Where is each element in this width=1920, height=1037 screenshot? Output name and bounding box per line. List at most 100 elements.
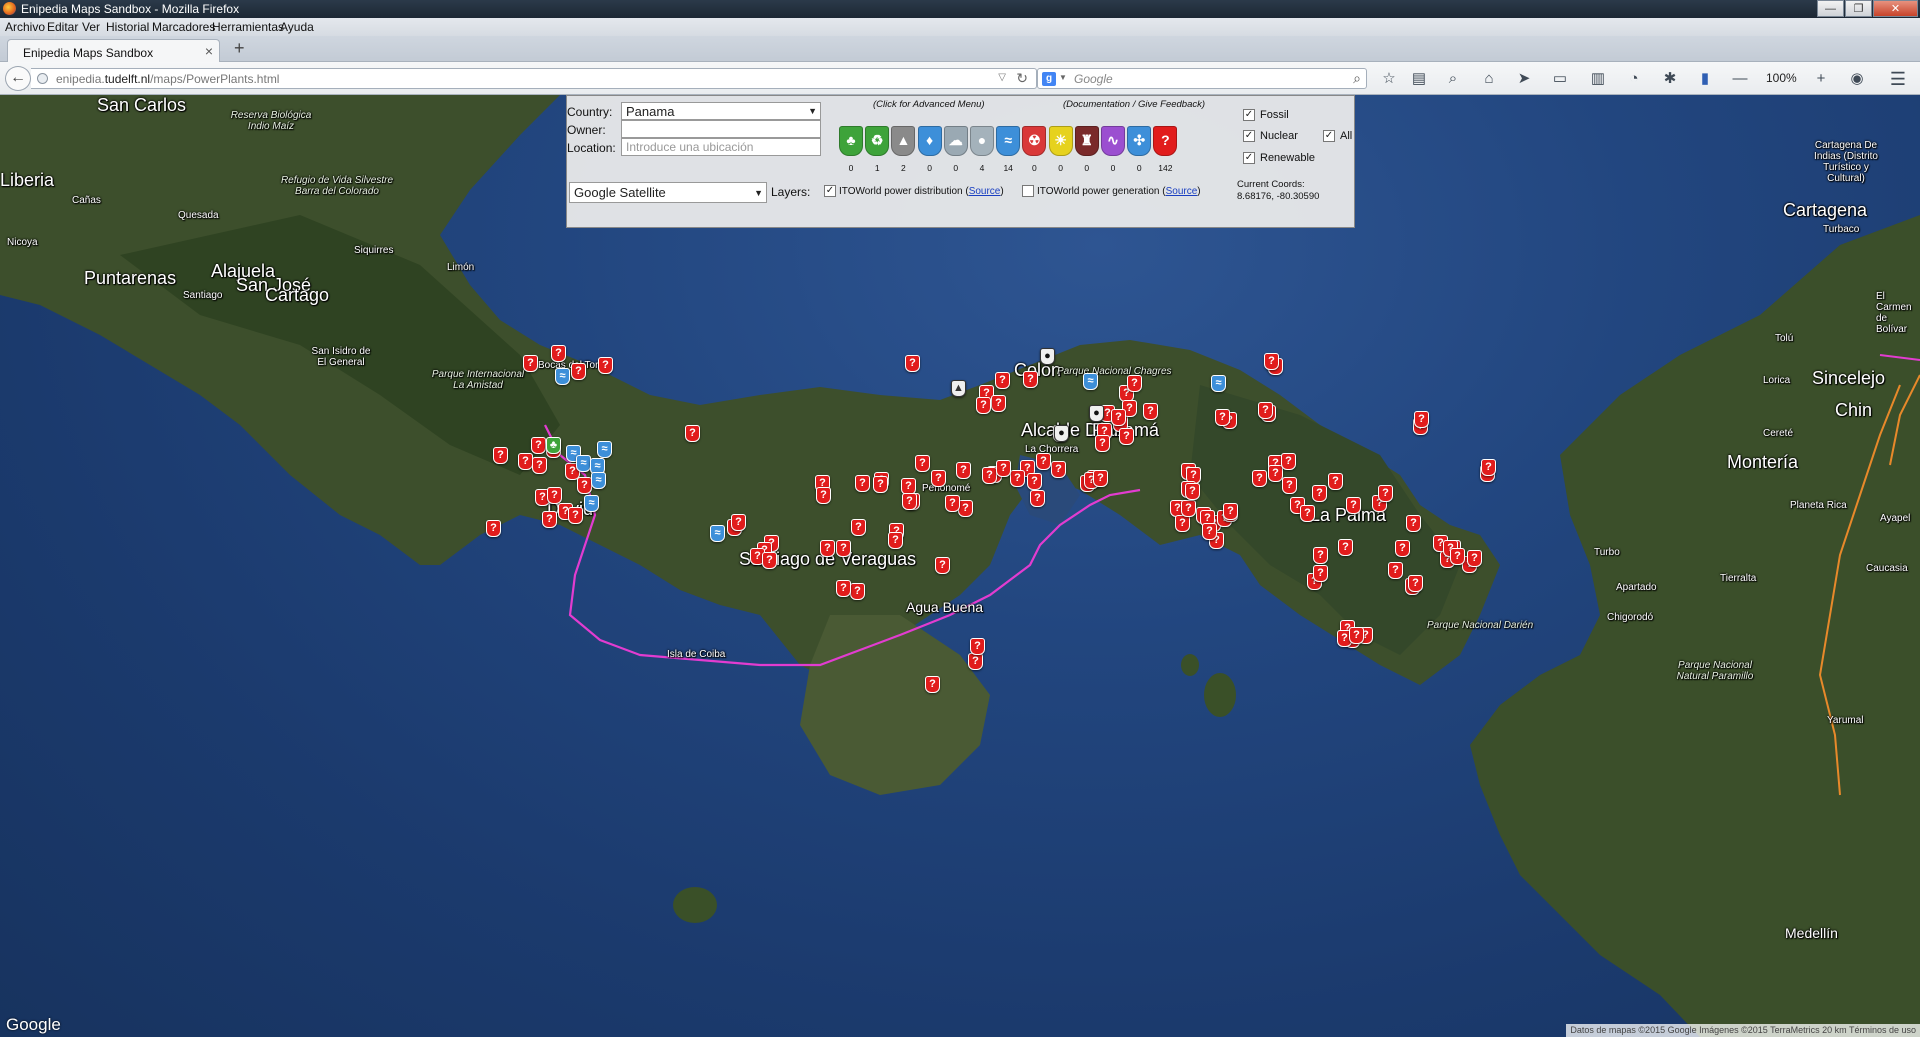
powerplant-marker-unknown[interactable]: ? xyxy=(995,372,1010,389)
library-icon[interactable]: ▮ xyxy=(1695,69,1715,89)
powerplant-marker-unknown[interactable]: ? xyxy=(1175,515,1190,532)
reload-icon[interactable]: ↻ xyxy=(1016,70,1028,87)
powerplant-marker-unknown[interactable]: ? xyxy=(925,676,940,693)
fuel-solar-icon[interactable]: ☀ xyxy=(1048,126,1073,156)
powerplant-marker-unknown[interactable]: ? xyxy=(1095,435,1110,452)
site-identity-icon[interactable] xyxy=(37,73,48,84)
history-icon[interactable]: ◔ xyxy=(1624,69,1644,89)
powerplant-marker-unknown[interactable]: ? xyxy=(1408,575,1423,592)
all-checkbox[interactable]: ✓ xyxy=(1323,130,1335,142)
close-window-button[interactable]: ✕ xyxy=(1873,0,1918,17)
powerplant-marker-unknown[interactable]: ? xyxy=(1346,497,1361,514)
powerplant-marker-unknown[interactable]: ? xyxy=(1264,353,1279,370)
powerplant-marker-unknown[interactable]: ? xyxy=(945,495,960,512)
powerplant-marker-unknown[interactable]: ? xyxy=(1202,523,1217,540)
layer-generation-checkbox[interactable] xyxy=(1022,185,1034,197)
bookmark-star-icon[interactable]: ☆ xyxy=(1379,69,1399,89)
powerplant-marker-unknown[interactable]: ? xyxy=(905,355,920,372)
fossil-checkbox[interactable]: ✓ xyxy=(1243,109,1255,121)
powerplant-marker-unknown[interactable]: ? xyxy=(976,397,991,414)
fuel-wind-icon[interactable]: ✣ xyxy=(1127,126,1152,156)
powerplant-marker-unknown[interactable]: ? xyxy=(1252,470,1267,487)
menu-historial[interactable]: Historial xyxy=(106,20,149,34)
powerplant-marker-unknown[interactable]: ? xyxy=(577,477,592,494)
fuel-coal-icon[interactable]: ▲ xyxy=(891,126,916,156)
menu-ver[interactable]: Ver xyxy=(82,20,100,34)
zoom-in-icon[interactable]: + xyxy=(1811,69,1831,89)
powerplant-marker-unknown[interactable]: ? xyxy=(931,470,946,487)
powerplant-marker-unknown[interactable]: ? xyxy=(493,447,508,464)
source-link[interactable]: Source xyxy=(969,186,1001,197)
menu-ayuda[interactable]: Ayuda xyxy=(280,20,314,34)
powerplant-marker-unknown[interactable]: ? xyxy=(836,540,851,557)
powerplant-marker-unknown[interactable]: ? xyxy=(935,557,950,574)
search-go-icon[interactable]: ⌕ xyxy=(1353,70,1361,87)
powerplant-marker-unknown[interactable]: ? xyxy=(1111,409,1126,426)
map-attribution[interactable]: Datos de mapas ©2015 Google Imágenes ©20… xyxy=(1566,1024,1920,1037)
powerplant-marker-unknown[interactable]: ? xyxy=(1036,453,1051,470)
powerplant-marker-unknown[interactable]: ? xyxy=(1215,409,1230,426)
powerplant-marker-unknown[interactable]: ? xyxy=(532,457,547,474)
powerplant-marker-unknown[interactable]: ? xyxy=(1312,485,1327,502)
search-tool-icon[interactable]: ⌕ xyxy=(1443,69,1463,89)
powerplant-marker-unknown[interactable]: ? xyxy=(1185,483,1200,500)
tab-close-icon[interactable]: × xyxy=(205,43,213,59)
powerplant-marker-unknown[interactable]: ? xyxy=(850,583,865,600)
layer-distribution-checkbox[interactable]: ✓ xyxy=(824,185,836,197)
owner-input[interactable] xyxy=(621,120,821,138)
powerplant-marker-unknown[interactable]: ? xyxy=(731,514,746,531)
powerplant-marker-unknown[interactable]: ? xyxy=(888,532,903,549)
powerplant-marker-unknown[interactable]: ? xyxy=(1313,565,1328,582)
powerplant-marker-unknown[interactable]: ? xyxy=(855,475,870,492)
powerplant-marker-coal[interactable]: ▲ xyxy=(951,380,966,397)
powerplant-marker-unknown[interactable]: ? xyxy=(1127,375,1142,392)
powerplant-marker-unknown[interactable]: ? xyxy=(531,437,546,454)
powerplant-marker-unknown[interactable]: ? xyxy=(1223,503,1238,520)
fuel-unknown-icon[interactable]: ? xyxy=(1153,126,1178,156)
renewable-checkbox[interactable]: ✓ xyxy=(1243,152,1255,164)
powerplant-marker-unknown[interactable]: ? xyxy=(1282,477,1297,494)
fuel-geothermal-icon[interactable]: ☁ xyxy=(943,126,968,156)
powerplant-marker-unknown[interactable]: ? xyxy=(486,520,501,537)
powerplant-marker-unknown[interactable]: ? xyxy=(523,355,538,372)
menu-editar[interactable]: Editar xyxy=(47,20,78,34)
fuel-gas-icon[interactable]: ♦ xyxy=(917,126,942,156)
powerplant-marker-biomass[interactable]: ♣ xyxy=(546,437,561,454)
powerplant-marker-unknown[interactable]: ? xyxy=(1414,411,1429,428)
powerplant-marker-unknown[interactable]: ? xyxy=(551,345,566,362)
powerplant-marker-unknown[interactable]: ? xyxy=(1030,490,1045,507)
powerplant-marker-unknown[interactable]: ? xyxy=(820,540,835,557)
fuel-nuclear-icon[interactable]: ☢ xyxy=(1022,126,1047,156)
powerplant-marker-unknown[interactable]: ? xyxy=(902,493,917,510)
source-link[interactable]: Source xyxy=(1166,186,1198,197)
home-icon[interactable]: ⌂ xyxy=(1479,69,1499,89)
map-canvas[interactable]: San Carlos Liberia Puntarenas Alajuela S… xyxy=(0,95,1920,1037)
powerplant-marker-unknown[interactable]: ? xyxy=(1328,473,1343,490)
powerplant-marker-unknown[interactable]: ? xyxy=(571,363,586,380)
maximize-button[interactable]: ❐ xyxy=(1845,0,1872,17)
powerplant-marker-hydro[interactable]: ≈ xyxy=(591,472,606,489)
powerplant-marker-unknown[interactable]: ? xyxy=(542,511,557,528)
powerplant-marker-oil[interactable]: ● xyxy=(1089,405,1104,422)
powerplant-marker-unknown[interactable]: ? xyxy=(1338,539,1353,556)
engine-dropdown-icon[interactable]: ▼ xyxy=(1059,73,1067,82)
powerplant-marker-unknown[interactable]: ? xyxy=(958,500,973,517)
country-select[interactable]: Panama ▼ xyxy=(621,102,821,120)
url-history-dropdown-icon[interactable]: ▽ xyxy=(998,72,1006,83)
powerplant-marker-hydro[interactable]: ≈ xyxy=(555,368,570,385)
powerplant-marker-unknown[interactable]: ? xyxy=(762,552,777,569)
powerplant-marker-unknown[interactable]: ? xyxy=(851,519,866,536)
powerplant-marker-unknown[interactable]: ? xyxy=(568,507,583,524)
fuel-waste-icon[interactable]: ♜ xyxy=(1074,126,1099,156)
powerplant-marker-unknown[interactable]: ? xyxy=(991,395,1006,412)
powerplant-marker-unknown[interactable]: ? xyxy=(956,462,971,479)
powerplant-marker-unknown[interactable]: ? xyxy=(1395,540,1410,557)
fuel-hydro-icon[interactable]: ≈ xyxy=(996,126,1021,156)
url-text[interactable]: enipedia.tudelft.nl/maps/PowerPlants.htm… xyxy=(56,72,279,86)
powerplant-marker-unknown[interactable]: ? xyxy=(873,476,888,493)
powerplant-marker-unknown[interactable]: ? xyxy=(1027,473,1042,490)
powerplant-marker-unknown[interactable]: ? xyxy=(816,487,831,504)
window-icon[interactable]: ▭ xyxy=(1550,69,1570,89)
powerplant-marker-unknown[interactable]: ? xyxy=(518,453,533,470)
powerplant-marker-unknown[interactable]: ? xyxy=(1010,470,1025,487)
